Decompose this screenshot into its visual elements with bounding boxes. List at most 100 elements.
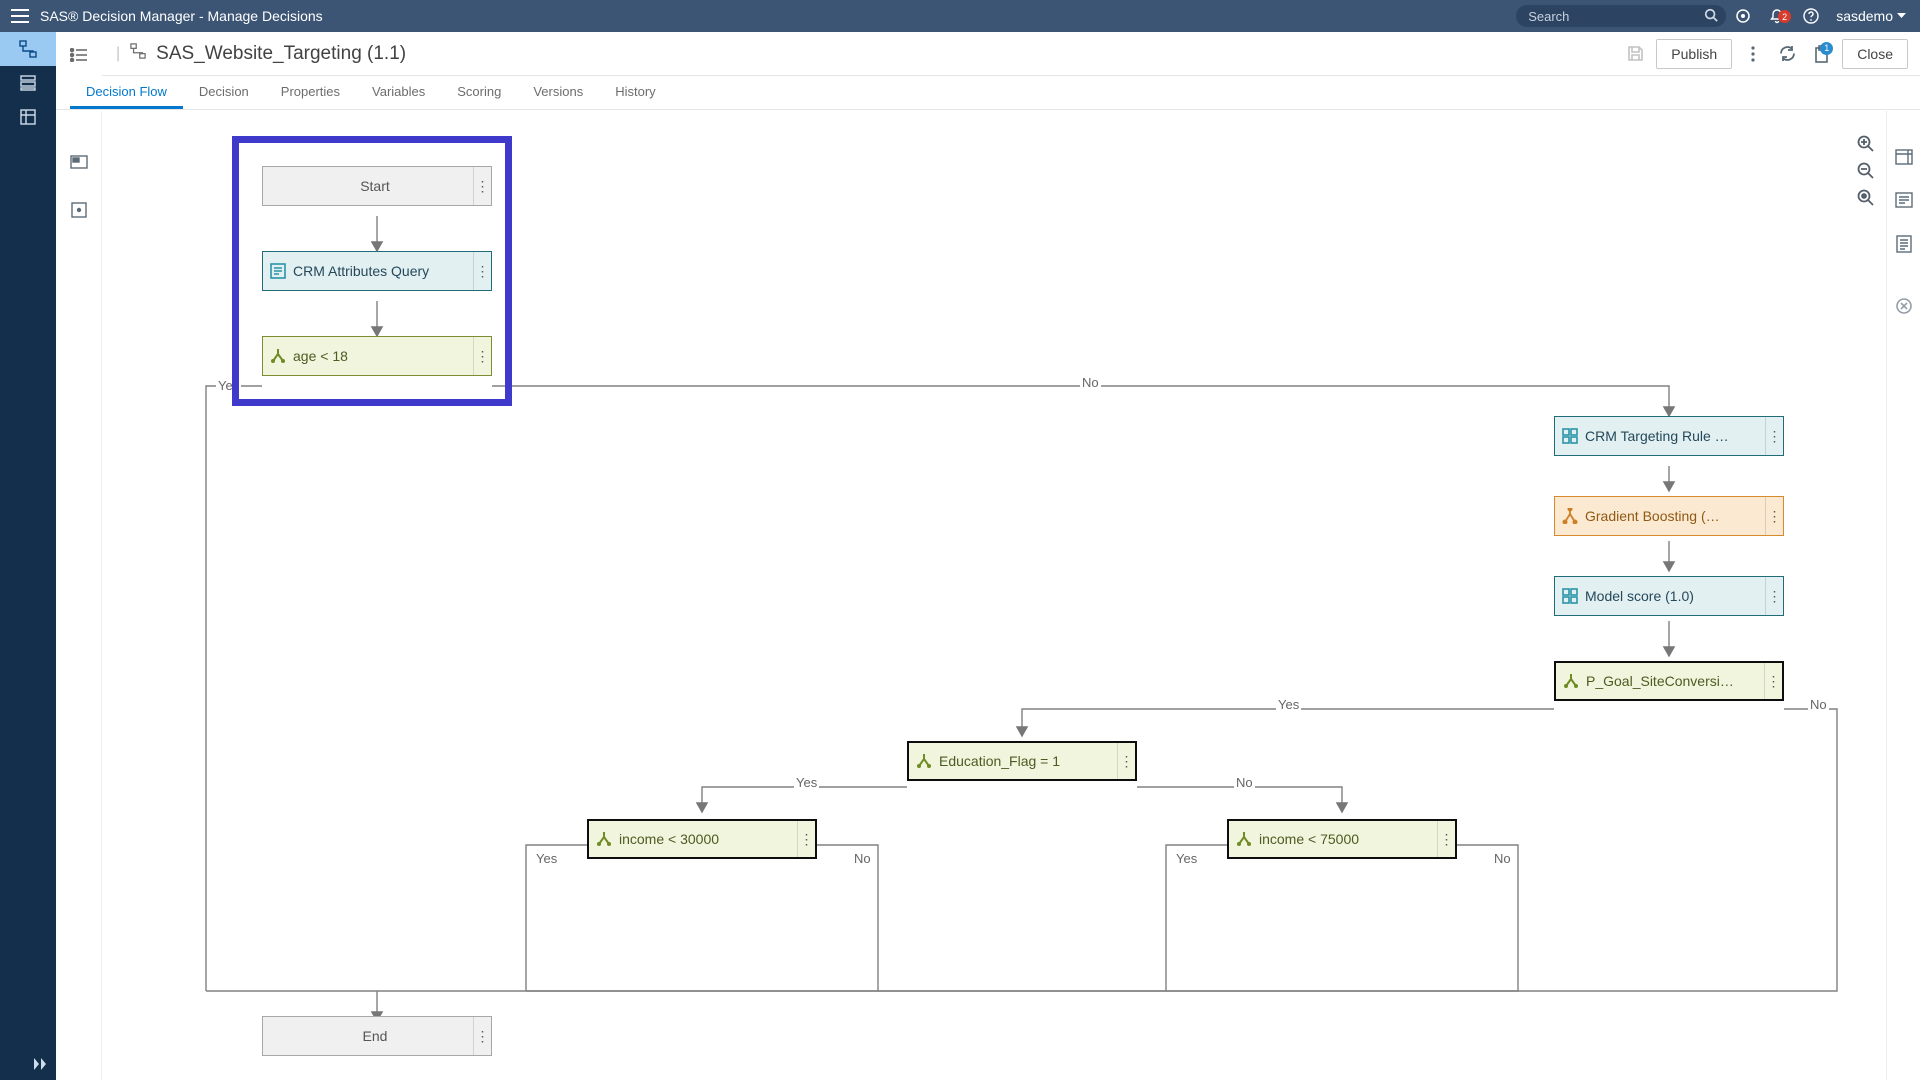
clipboard-badge: 1 [1820,42,1833,55]
branch-icon [1556,674,1586,688]
node-age-branch[interactable]: age < 18 ⋮ [262,336,492,376]
node-start[interactable]: Start ⋮ [262,166,492,206]
node-menu-icon[interactable]: ⋮ [1437,821,1455,857]
rail-item-rules[interactable] [0,66,56,100]
save-icon[interactable] [1622,39,1648,69]
edge-label: No [1808,697,1829,712]
node-income75-branch[interactable]: income < 75000 ⋮ [1227,819,1457,859]
chevron-down-icon [1897,13,1906,19]
node-model-score[interactable]: Model score (1.0) ⋮ [1554,576,1784,616]
node-menu-icon[interactable]: ⋮ [473,1017,491,1055]
tool-select-icon[interactable] [68,199,90,221]
rail-expand[interactable] [0,1048,56,1080]
bell-icon[interactable]: 2 [1760,8,1794,24]
node-label: Start [360,178,394,194]
close-button[interactable]: Close [1842,39,1908,69]
node-menu-icon[interactable]: ⋮ [1764,663,1782,699]
search-box [1516,5,1726,27]
bell-badge: 2 [1778,10,1791,23]
flow-canvas[interactable]: Yes No Yes No Yes No Yes No Yes No Start… [102,111,1886,1080]
tab-scoring[interactable]: Scoring [441,76,517,109]
canvas-tools-right [1886,111,1920,1080]
canvas-panel: Yes No Yes No Yes No Yes No Yes No Start… [56,111,1920,1080]
rail-item-flows[interactable] [0,32,56,66]
tab-properties[interactable]: Properties [265,76,356,109]
branch-icon [909,754,939,768]
target-icon[interactable] [1726,8,1760,24]
node-label: End [363,1028,392,1044]
panel-variables-icon[interactable] [1895,149,1913,170]
topbar: SAS® Decision Manager - Manage Decisions… [0,0,1920,32]
page-title: SAS_Website_Targeting (1.1) [156,43,406,65]
ruleset-icon [1555,428,1585,444]
panel-close-icon[interactable] [1896,298,1912,319]
app-title: SAS® Decision Manager - Manage Decisions [40,8,323,24]
edge-label: Yes [216,378,241,393]
node-edu-branch[interactable]: Education_Flag = 1 ⋮ [907,741,1137,781]
node-menu-icon[interactable]: ⋮ [1117,743,1135,779]
edge-label: Yes [1174,851,1199,866]
model-icon [1555,508,1585,524]
publish-button[interactable]: Publish [1656,39,1732,69]
tab-decision-flow[interactable]: Decision Flow [70,76,183,109]
rail-item-lookup[interactable] [0,100,56,134]
user-menu[interactable]: sasdemo [1828,8,1920,24]
node-label: P_Goal_SiteConversi… [1586,673,1764,689]
tab-versions[interactable]: Versions [517,76,599,109]
rule-icon [263,263,293,279]
node-menu-icon[interactable]: ⋮ [473,167,491,205]
branch-icon [1229,832,1259,846]
edge-label: Yes [1276,697,1301,712]
node-menu-icon[interactable]: ⋮ [473,252,491,290]
node-label: CRM Targeting Rule … [1585,428,1765,444]
node-end[interactable]: End ⋮ [262,1016,492,1056]
node-label: income < 75000 [1259,831,1437,847]
edge-label: Yes [534,851,559,866]
node-crm-query[interactable]: CRM Attributes Query ⋮ [262,251,492,291]
panel-code-icon[interactable] [1895,192,1913,213]
tab-decision[interactable]: Decision [183,76,265,109]
breadcrumb-icon [130,43,146,64]
node-label: Education_Flag = 1 [939,753,1117,769]
node-income30-branch[interactable]: income < 30000 ⋮ [587,819,817,859]
panel-properties-icon[interactable] [1896,235,1912,258]
refresh-icon[interactable] [1774,39,1800,69]
branch-icon [589,832,619,846]
hamburger-icon[interactable] [0,9,40,23]
node-menu-icon[interactable]: ⋮ [473,337,491,375]
search-icon[interactable] [1704,8,1718,25]
tabs: Decision Flow Decision Properties Variab… [56,76,1920,110]
node-menu-icon[interactable]: ⋮ [1765,417,1783,455]
node-pgoal-branch[interactable]: P_Goal_SiteConversi… ⋮ [1554,661,1784,701]
edge-label: No [852,851,873,866]
node-menu-icon[interactable]: ⋮ [1765,497,1783,535]
list-toggle-icon[interactable] [59,35,99,75]
node-menu-icon[interactable]: ⋮ [1765,577,1783,615]
node-label: Model score (1.0) [1585,588,1765,604]
help-icon[interactable] [1794,8,1828,24]
more-icon[interactable] [1740,39,1766,69]
branch-icon [263,349,293,363]
search-input[interactable] [1516,5,1726,27]
edge-label: Yes [794,775,819,790]
rail-primary [0,32,56,1080]
edge-label: No [1492,851,1513,866]
tool-minimap-icon[interactable] [68,151,90,173]
tab-variables[interactable]: Variables [356,76,441,109]
node-label: Gradient Boosting (… [1585,508,1765,524]
canvas-tools-left [56,111,102,1080]
node-label: age < 18 [293,348,473,364]
ruleset-icon [1555,588,1585,604]
node-label: income < 30000 [619,831,797,847]
tab-history[interactable]: History [599,76,671,109]
edge-label: No [1234,775,1255,790]
page-header: | SAS_Website_Targeting (1.1) Publish 1 … [102,32,1920,76]
rail-secondary [56,32,102,78]
node-label: CRM Attributes Query [293,263,473,279]
edge-label: No [1080,375,1101,390]
node-crm-target[interactable]: CRM Targeting Rule … ⋮ [1554,416,1784,456]
node-menu-icon[interactable]: ⋮ [797,821,815,857]
user-name: sasdemo [1836,8,1893,24]
clipboard-icon[interactable]: 1 [1808,39,1834,69]
node-gboost[interactable]: Gradient Boosting (… ⋮ [1554,496,1784,536]
